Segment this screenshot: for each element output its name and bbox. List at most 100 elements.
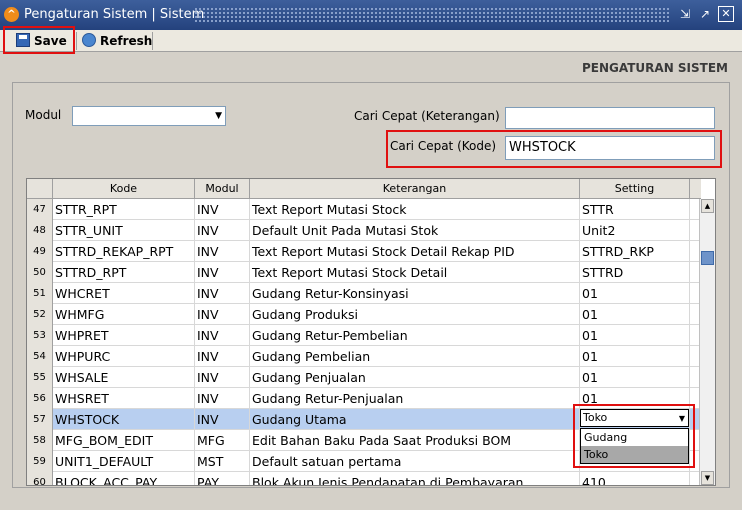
cell-keterangan: Edit Bahan Baku Pada Saat Produksi BOM — [250, 430, 580, 451]
row-number: 51 — [27, 283, 53, 304]
restore-icon[interactable]: ⇲ — [677, 6, 693, 22]
table-row[interactable]: 49 STTRD_REKAP_RPT INV Text Report Mutas… — [27, 241, 701, 262]
column-header-keterangan[interactable]: Keterangan — [250, 179, 580, 199]
cell-kode: BLOCK_ACC_PAY — [53, 472, 195, 485]
close-icon[interactable]: ✕ — [718, 6, 734, 22]
cell-keterangan: Blok Akun Jenis Pendapatan di Pembayaran — [250, 472, 580, 485]
table-row[interactable]: 52 WHMFG INV Gudang Produksi 01 — [27, 304, 701, 325]
cell-keterangan: Gudang Produksi — [250, 304, 580, 325]
cell-modul: INV — [195, 283, 250, 304]
cell-kode: WHCRET — [53, 283, 195, 304]
column-header-modul[interactable]: Modul — [195, 179, 250, 199]
vertical-scrollbar[interactable]: ▲ ▼ — [699, 199, 715, 485]
dropdown-option-toko[interactable]: Toko — [581, 446, 688, 463]
row-number: 54 — [27, 346, 53, 367]
cell-setting[interactable]: 01 — [580, 304, 690, 325]
cell-kode: WHPURC — [53, 346, 195, 367]
cell-keterangan: Default Unit Pada Mutasi Stok — [250, 220, 580, 241]
column-header-setting[interactable]: Setting — [580, 179, 690, 199]
maximize-icon[interactable]: ↗ — [697, 6, 713, 22]
refresh-icon — [82, 33, 96, 47]
cell-keterangan: Gudang Utama — [250, 409, 580, 430]
window-title-bar[interactable]: ^ Pengaturan Sistem | Sistem ⇲ ↗ ✕ — [0, 0, 742, 30]
row-number: 55 — [27, 367, 53, 388]
cell-keterangan: Gudang Retur-Pembelian — [250, 325, 580, 346]
cell-keterangan: Gudang Penjualan — [250, 367, 580, 388]
cell-kode: STTRD_RPT — [53, 262, 195, 283]
cell-setting[interactable]: 01 — [580, 367, 690, 388]
cell-keterangan: Text Report Mutasi Stock Detail — [250, 262, 580, 283]
setting-select-value: Toko — [583, 411, 608, 424]
cell-kode: WHSTOCK — [53, 409, 195, 430]
cell-modul: PAY — [195, 472, 250, 485]
cell-modul: INV — [195, 388, 250, 409]
cari-keterangan-label: Cari Cepat (Keterangan) — [354, 109, 500, 123]
cell-setting[interactable]: 01 — [580, 346, 690, 367]
refresh-button-label: Refresh — [100, 34, 153, 48]
cell-modul: INV — [195, 262, 250, 283]
scroll-down-icon[interactable]: ▼ — [701, 471, 714, 485]
refresh-button[interactable]: Refresh — [82, 32, 152, 51]
row-number: 56 — [27, 388, 53, 409]
cell-kode: WHSRET — [53, 388, 195, 409]
toolbar-separator — [76, 32, 77, 50]
row-number: 48 — [27, 220, 53, 241]
modul-select[interactable]: ▼ — [72, 106, 226, 126]
cari-kode-input[interactable]: WHSTOCK — [505, 136, 715, 160]
cell-kode: STTR_UNIT — [53, 220, 195, 241]
cell-modul: INV — [195, 304, 250, 325]
table-row[interactable]: 47 STTR_RPT INV Text Report Mutasi Stock… — [27, 199, 701, 220]
cell-setting[interactable]: STTRD — [580, 262, 690, 283]
cell-modul: INV — [195, 325, 250, 346]
table-row[interactable]: 60 BLOCK_ACC_PAY PAY Blok Akun Jenis Pen… — [27, 472, 701, 485]
cell-modul: MST — [195, 451, 250, 472]
row-number: 53 — [27, 325, 53, 346]
row-number: 49 — [27, 241, 53, 262]
cell-kode: UNIT1_DEFAULT — [53, 451, 195, 472]
cell-setting[interactable]: 01 — [580, 283, 690, 304]
setting-select[interactable]: Toko ▼ — [580, 409, 689, 427]
cell-modul: INV — [195, 220, 250, 241]
dropdown-option-gudang[interactable]: Gudang — [581, 429, 688, 446]
cell-modul: INV — [195, 346, 250, 367]
cell-keterangan: Gudang Retur-Penjualan — [250, 388, 580, 409]
cell-modul: INV — [195, 199, 250, 220]
window-title: Pengaturan Sistem | Sistem — [24, 7, 205, 22]
cell-setting[interactable]: 410 — [580, 472, 690, 485]
row-number-header — [27, 179, 53, 199]
row-number: 47 — [27, 199, 53, 220]
cari-keterangan-input[interactable] — [505, 107, 715, 129]
scroll-up-icon[interactable]: ▲ — [701, 199, 714, 213]
cell-modul: INV — [195, 409, 250, 430]
cell-kode: STTR_RPT — [53, 199, 195, 220]
table-row[interactable]: 48 STTR_UNIT INV Default Unit Pada Mutas… — [27, 220, 701, 241]
app-logo-icon: ^ — [4, 7, 19, 22]
toolbar-separator — [152, 32, 153, 50]
cell-setting[interactable]: STTRD_RKP — [580, 241, 690, 262]
title-bar-grip — [194, 7, 670, 23]
scrollbar-thumb[interactable] — [701, 251, 714, 265]
save-highlight-box — [3, 26, 75, 54]
cell-setting[interactable]: Unit2 — [580, 220, 690, 241]
table-row[interactable]: 54 WHPURC INV Gudang Pembelian 01 — [27, 346, 701, 367]
cell-modul: INV — [195, 367, 250, 388]
cell-setting[interactable]: 01 — [580, 325, 690, 346]
chevron-down-icon[interactable]: ▼ — [679, 411, 685, 427]
cell-keterangan: Default satuan pertama — [250, 451, 580, 472]
cari-kode-label: Cari Cepat (Kode) — [390, 139, 497, 153]
table-row[interactable]: 53 WHPRET INV Gudang Retur-Pembelian 01 — [27, 325, 701, 346]
table-row[interactable]: 50 STTRD_RPT INV Text Report Mutasi Stoc… — [27, 262, 701, 283]
cell-modul: INV — [195, 241, 250, 262]
table-row[interactable]: 55 WHSALE INV Gudang Penjualan 01 — [27, 367, 701, 388]
cell-keterangan: Text Report Mutasi Stock — [250, 199, 580, 220]
toolbar: Save Refresh — [0, 30, 742, 52]
cell-kode: WHSALE — [53, 367, 195, 388]
row-number: 50 — [27, 262, 53, 283]
cell-setting[interactable]: STTR — [580, 199, 690, 220]
table-row[interactable]: 51 WHCRET INV Gudang Retur-Konsinyasi 01 — [27, 283, 701, 304]
cell-kode: WHMFG — [53, 304, 195, 325]
row-number: 59 — [27, 451, 53, 472]
cell-keterangan: Gudang Retur-Konsinyasi — [250, 283, 580, 304]
row-number: 58 — [27, 430, 53, 451]
column-header-kode[interactable]: Kode — [53, 179, 195, 199]
